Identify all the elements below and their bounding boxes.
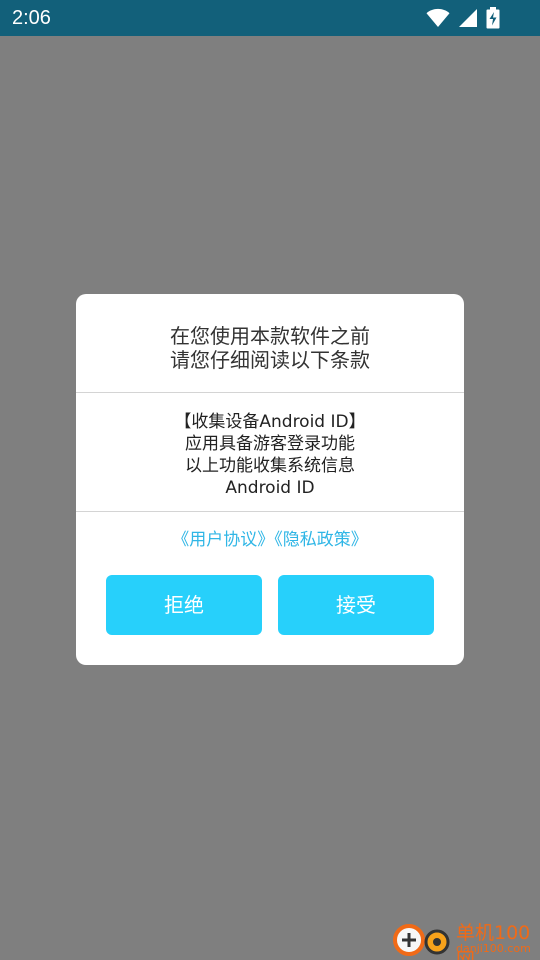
dialog-header-line-2: 请您仔细阅读以下条款 [170,348,370,372]
reject-button[interactable]: 拒绝 [106,575,262,635]
consent-dialog: 在您使用本款软件之前 请您仔细阅读以下条款 【收集设备Android ID】 应… [76,294,464,665]
dialog-body: 【收集设备Android ID】 应用具备游客登录功能 以上功能收集系统信息 A… [76,411,464,499]
agreement-links: 《用户协议》《隐私政策》 [76,528,464,552]
reject-button-label: 拒绝 [164,593,204,617]
dialog-body-line-3: 以上功能收集系统信息 [185,456,355,476]
dialog-body-line-4: Android ID [225,478,315,498]
watermark-logo-icon [392,922,454,960]
dialog-header: 在您使用本款软件之前 请您仔细阅读以下条款 [76,324,464,372]
user-agreement-link[interactable]: 《用户协议》 [172,530,274,550]
divider-top [76,392,464,393]
accept-button[interactable]: 接受 [278,575,434,635]
battery-charging-icon [486,7,500,33]
watermark: 单机100网 danji100.com [392,918,540,960]
status-bar: 2:06 [0,0,540,36]
wifi-icon [426,8,450,32]
dialog-header-line-1: 在您使用本款软件之前 [170,324,370,348]
status-time: 2:06 [12,7,51,29]
watermark-subtitle: danji100.com [456,942,531,955]
status-icons [426,7,500,33]
dialog-body-line-1: 【收集设备Android ID】 [174,412,366,432]
signal-icon [458,8,478,32]
dialog-body-line-2: 应用具备游客登录功能 [185,434,355,454]
privacy-policy-link[interactable]: 《隐私政策》 [274,530,368,550]
accept-button-label: 接受 [336,593,376,617]
divider-bottom [76,511,464,512]
